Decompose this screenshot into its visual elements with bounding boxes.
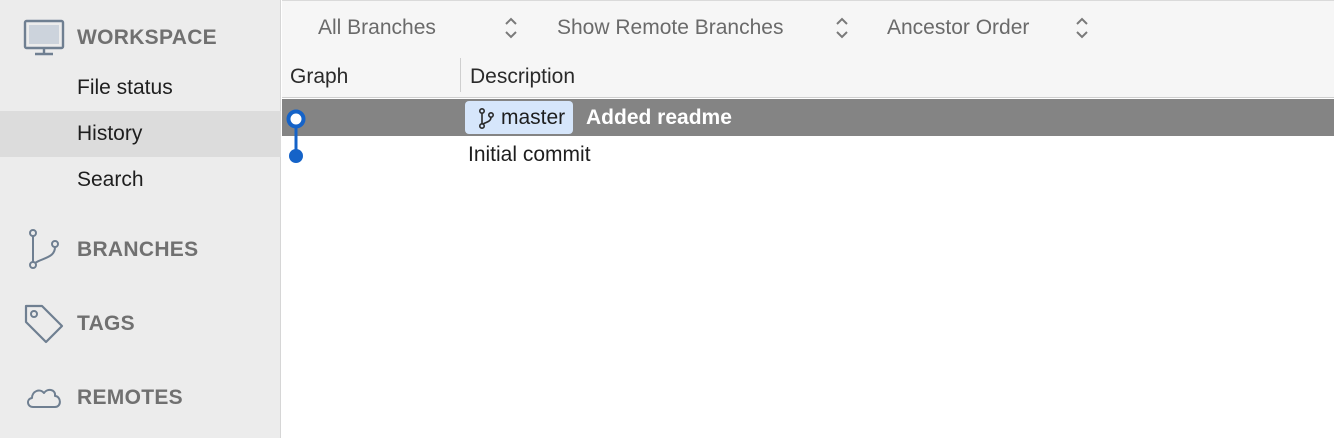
commit-graph xyxy=(286,109,306,163)
tag-icon xyxy=(22,302,66,346)
remote-branches-dropdown[interactable]: Show Remote Branches xyxy=(557,1,877,55)
branches-filter-dropdown[interactable]: All Branches xyxy=(318,1,558,55)
column-divider[interactable] xyxy=(460,58,461,92)
sidebar-item-file-status[interactable]: File status xyxy=(0,65,281,111)
graph-column-label: Graph xyxy=(290,65,349,88)
description-column-label: Description xyxy=(470,65,576,88)
workspace-header[interactable]: WORKSPACE xyxy=(0,16,281,60)
commit-row[interactable]: Initial commit xyxy=(282,136,1334,173)
graph-node[interactable] xyxy=(289,149,303,163)
monitor-icon xyxy=(22,18,66,58)
chevron-updown-icon xyxy=(1076,17,1088,39)
graph-node-head[interactable] xyxy=(286,109,306,129)
sidebar: WORKSPACE File status History Search BRA… xyxy=(0,0,281,438)
column-headers: Graph Description xyxy=(282,56,1334,98)
sidebar-item-search[interactable]: Search xyxy=(0,157,281,203)
commit-list: master Added readme Initial commit xyxy=(282,99,1334,438)
tags-header[interactable]: TAGS xyxy=(0,302,281,346)
graph-column-header[interactable]: Graph xyxy=(290,56,348,98)
tags-label: TAGS xyxy=(77,312,135,335)
sidebar-item-label: Search xyxy=(77,168,144,191)
commit-message: Added readme xyxy=(586,105,732,129)
order-dropdown[interactable]: Ancestor Order xyxy=(887,1,1107,55)
sidebar-item-history[interactable]: History xyxy=(0,111,281,157)
remotes-header[interactable]: REMOTES xyxy=(0,376,281,420)
branch-tag-label: master xyxy=(501,105,566,129)
branches-filter-label: All Branches xyxy=(318,16,436,39)
chevron-updown-icon xyxy=(836,17,848,39)
commit-row[interactable]: master Added readme xyxy=(282,99,1334,136)
commit-message: Initial commit xyxy=(468,142,591,166)
order-filter-label: Ancestor Order xyxy=(887,16,1030,39)
description-column-header[interactable]: Description xyxy=(470,56,575,98)
remote-filter-label: Show Remote Branches xyxy=(557,16,784,39)
sidebar-item-label: History xyxy=(77,122,143,145)
branches-label: BRANCHES xyxy=(77,238,199,261)
sidebar-item-label: File status xyxy=(77,76,173,99)
filter-toolbar: All Branches Show Remote Branches Ancest… xyxy=(282,0,1334,56)
branch-icon xyxy=(24,228,64,272)
workspace-label: WORKSPACE xyxy=(77,26,217,49)
chevron-updown-icon xyxy=(505,17,517,39)
remotes-label: REMOTES xyxy=(77,386,183,409)
branch-tag[interactable]: master xyxy=(465,101,574,134)
cloud-icon xyxy=(24,383,64,413)
branch-icon xyxy=(478,107,495,129)
branches-header[interactable]: BRANCHES xyxy=(0,228,281,272)
